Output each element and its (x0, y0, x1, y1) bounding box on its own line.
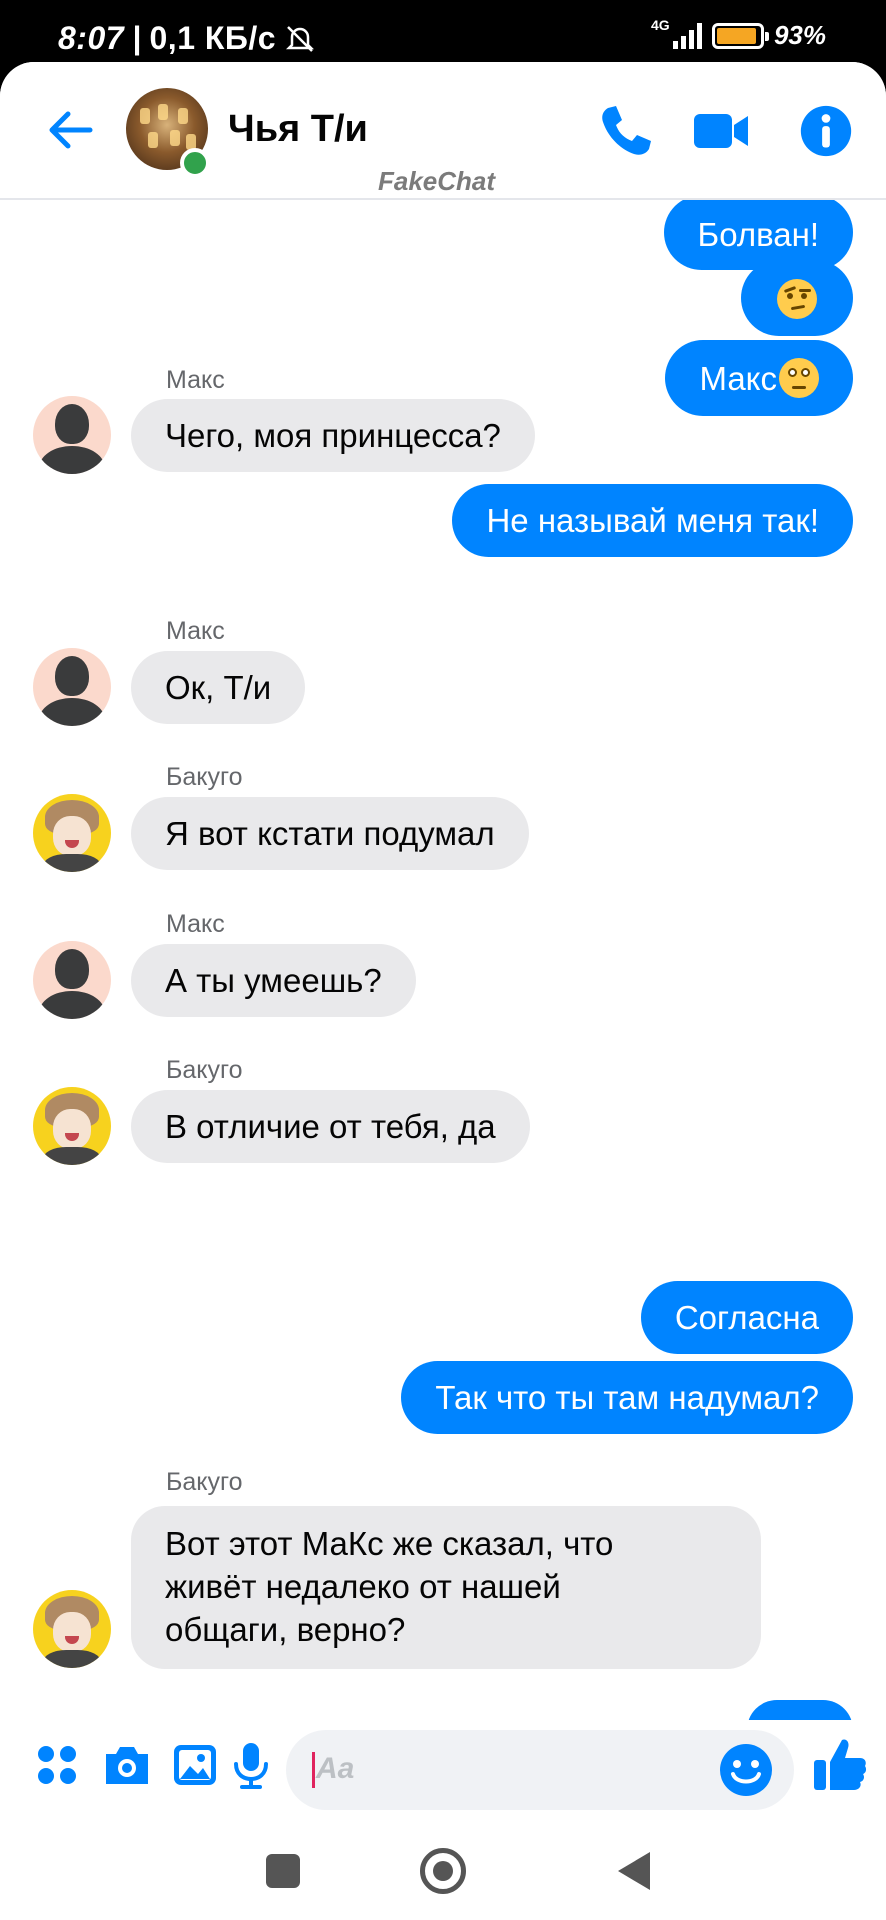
sender-name: Макс (166, 910, 225, 938)
avatar-maks[interactable] (33, 396, 111, 474)
online-status-dot (180, 148, 210, 178)
sender-name: Макс (166, 366, 225, 394)
apps-grid-icon[interactable] (32, 1740, 82, 1790)
emoji-icon[interactable] (718, 1742, 774, 1798)
video-camera-icon[interactable] (690, 100, 752, 162)
message-bubble-outgoing[interactable]: Болван! (663, 195, 853, 270)
avatar-bakugo[interactable] (33, 794, 111, 872)
system-navigation-bar (0, 1822, 886, 1920)
message-bubble-incoming[interactable]: В отличие от тебя, да (131, 1090, 530, 1163)
message-text: Согласна (674, 1299, 819, 1336)
message-bubble-outgoing[interactable] (741, 260, 853, 336)
home-circle-icon[interactable] (420, 1848, 466, 1894)
message-bubble-outgoing[interactable]: Так что ты там надумал? (401, 1361, 853, 1434)
back-triangle-icon[interactable] (618, 1852, 650, 1890)
message-text-line: живёт недалеко от нашей (165, 1568, 561, 1605)
avatar-maks[interactable] (33, 941, 111, 1019)
eye-roll-emoji-icon (779, 358, 819, 398)
chat-header: Чья Т/и FakeChat (0, 62, 886, 200)
message-input[interactable]: Aa (286, 1730, 794, 1810)
sender-name: Макс (166, 617, 225, 645)
message-bubble-incoming[interactable]: Вот этот МаКс же сказал, что живёт недал… (131, 1506, 761, 1669)
phone-icon[interactable] (594, 100, 656, 162)
status-bar-right: 4G 93% (651, 17, 826, 51)
avatar-maks[interactable] (33, 648, 111, 726)
chat-screen: Болван! Макс Макс Чего, моя принцесса? Н… (0, 62, 886, 1920)
message-text: Так что ты там надумал? (435, 1379, 819, 1416)
message-text-line: Вот этот МаКс же сказал, что (165, 1525, 614, 1562)
thumbs-up-icon[interactable] (812, 1734, 868, 1794)
recents-square-icon[interactable] (266, 1854, 300, 1888)
battery-fill (716, 27, 756, 44)
message-text: А ты умеешь? (165, 962, 382, 999)
message-composer: Aa (0, 1720, 886, 1820)
raised-eyebrow-emoji-icon (777, 279, 817, 319)
network-speed: 0,1 КБ/с (149, 20, 277, 56)
battery-percent: 93% (773, 20, 826, 50)
message-text: Болван! (697, 216, 819, 253)
info-icon[interactable] (796, 100, 856, 162)
watermark: FakeChat (378, 166, 496, 196)
message-bubble-incoming[interactable]: Я вот кстати подумал (131, 797, 529, 870)
sender-name: Бакуго (166, 763, 243, 791)
message-text: Ок, Т/и (165, 669, 272, 706)
message-bubble-outgoing[interactable]: Макс (665, 340, 853, 416)
status-bar-left: 8:07 | 0,1 КБ/с (58, 20, 316, 57)
camera-icon[interactable] (102, 1740, 152, 1790)
message-bubble-incoming[interactable]: Чего, моя принцесса? (131, 399, 535, 472)
conversation-title[interactable]: Чья Т/и (228, 108, 368, 151)
message-text: Макс (699, 360, 777, 397)
status-separator: | (132, 20, 142, 56)
signal-icon: 4G (651, 17, 702, 49)
status-bar: 8:07 | 0,1 КБ/с 4G 93% (0, 0, 886, 70)
status-time: 8:07 (58, 20, 125, 56)
message-text-line: общаги, верно? (165, 1611, 406, 1648)
back-arrow-icon[interactable] (40, 100, 100, 160)
message-list[interactable]: Болван! Макс Макс Чего, моя принцесса? Н… (0, 62, 886, 1920)
muted-bell-icon (286, 25, 315, 52)
network-type: 4G (650, 16, 670, 33)
message-bubble-incoming[interactable]: А ты умеешь? (131, 944, 416, 1017)
message-text: Чего, моя принцесса? (165, 417, 501, 454)
message-text: Не называй меня так! (486, 502, 819, 539)
text-cursor (312, 1752, 315, 1788)
message-text: Я вот кстати подумал (165, 815, 495, 852)
gallery-icon[interactable] (170, 1740, 220, 1790)
microphone-icon[interactable] (226, 1740, 276, 1790)
message-bubble-outgoing[interactable]: Согласна (640, 1281, 853, 1354)
sender-name: Бакуго (166, 1056, 243, 1084)
message-bubble-incoming[interactable]: Ок, Т/и (131, 651, 306, 724)
avatar-bakugo[interactable] (33, 1087, 111, 1165)
avatar-bakugo[interactable] (33, 1590, 111, 1668)
message-text: В отличие от тебя, да (165, 1108, 496, 1145)
battery-icon (711, 22, 769, 49)
message-bubble-outgoing[interactable]: Не называй меня так! (452, 484, 853, 557)
sender-name: Бакуго (166, 1468, 243, 1496)
message-input-placeholder: Aa (316, 1752, 355, 1785)
